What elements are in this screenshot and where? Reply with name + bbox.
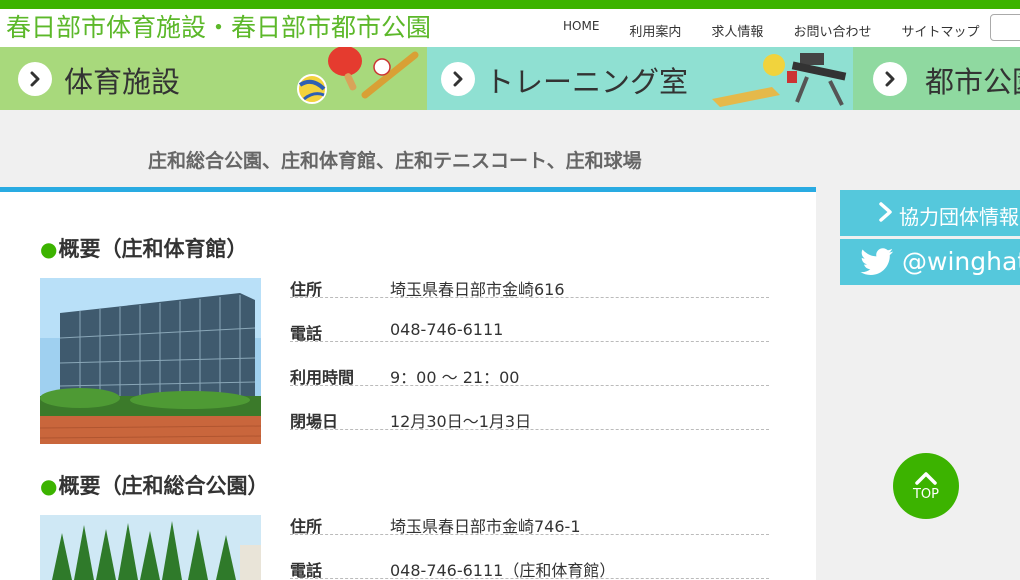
site-title-logo[interactable]: 春日部市体育施設・春日部市都市公園 [6, 13, 431, 43]
twitter-bird-icon [860, 248, 894, 275]
bullet-dot-icon: ● [40, 237, 58, 261]
banner-label: 都市公園 [925, 65, 1020, 99]
top-accent-stripe [0, 0, 1020, 9]
sports-equipment-icon [297, 47, 419, 104]
chevron-right-icon [18, 62, 52, 96]
park-photo [40, 515, 261, 580]
chevron-right-icon [879, 202, 892, 222]
nav-usage-guide[interactable]: 利用案内 [629, 21, 681, 40]
info-row-phone: 電話 048-746-6111（庄和体育館） [290, 557, 769, 580]
chevron-right-icon [873, 62, 907, 96]
banner-label: 体育施設 [64, 65, 181, 99]
gym-building-photo [40, 278, 261, 444]
banner-sports-facilities[interactable]: 体育施設 [0, 47, 427, 110]
global-nav: HOME 利用案内 求人情報 お問い合わせ サイトマップ [563, 19, 979, 40]
info-row-hours: 利用時間 9：00 〜 21：00 [290, 364, 769, 387]
bullet-dot-icon: ● [40, 474, 58, 498]
partner-groups-button[interactable]: 協力団体情報 [840, 190, 1020, 236]
twitter-link-button[interactable]: @winghat [840, 239, 1020, 285]
nav-jobs[interactable]: 求人情報 [711, 21, 763, 40]
section-title-park: ●概要（庄和総合公園） [40, 474, 269, 498]
banner-training-room[interactable]: トレーニング室 [427, 47, 853, 110]
chevron-right-icon [441, 62, 475, 96]
page-title: 庄和総合公園、庄和体育館、庄和テニスコート、庄和球場 [148, 150, 642, 172]
back-to-top-button[interactable]: TOP [893, 453, 959, 519]
nav-home[interactable]: HOME [563, 19, 599, 38]
training-equipment-icon [712, 53, 847, 107]
search-input[interactable] [990, 14, 1020, 41]
nav-contact[interactable]: お問い合わせ [793, 21, 871, 40]
banner-label: トレーニング室 [485, 65, 689, 99]
banner-city-parks[interactable]: 都市公園 [853, 47, 1020, 110]
info-row-closed-days: 閉場日 12月30日〜1月3日 [290, 408, 769, 431]
section-title-gym: ●概要（庄和体育館） [40, 237, 248, 261]
chevron-up-icon [915, 471, 937, 485]
info-row-address: 住所 埼玉県春日部市金崎616 [290, 276, 769, 299]
nav-sitemap[interactable]: サイトマップ [901, 21, 979, 40]
info-row-address: 住所 埼玉県春日部市金崎746-1 [290, 513, 769, 536]
site-header: 春日部市体育施設・春日部市都市公園 HOME 利用案内 求人情報 お問い合わせ … [0, 9, 1020, 47]
info-row-phone: 電話 048-746-6111 [290, 320, 769, 343]
